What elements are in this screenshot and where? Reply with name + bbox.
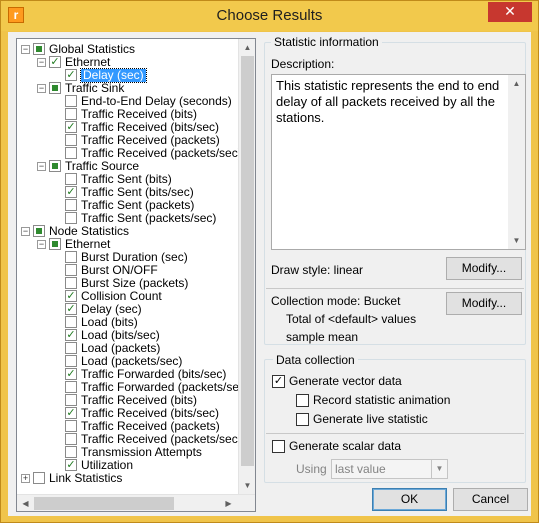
tree-checkbox[interactable]	[49, 238, 61, 250]
collapse-icon[interactable]: −	[37, 240, 46, 249]
collapse-icon[interactable]: −	[37, 162, 46, 171]
tree-checkbox[interactable]	[65, 342, 77, 354]
scroll-up-icon[interactable]: ▲	[239, 39, 256, 56]
record-animation-checkbox[interactable]	[296, 394, 309, 407]
tree-checkbox[interactable]	[65, 173, 77, 185]
description-label: Description:	[271, 57, 335, 71]
ok-button[interactable]: OK	[372, 488, 447, 511]
tree-horizontal-scrollbar[interactable]: ◀ ▶	[17, 494, 255, 511]
tree-checkbox[interactable]	[33, 225, 45, 237]
generate-live-checkbox[interactable]	[296, 413, 309, 426]
description-box[interactable]: This statistic represents the end to end…	[271, 74, 526, 250]
desc-scroll-down-icon[interactable]: ▼	[508, 232, 525, 249]
using-select[interactable]: last value ▼	[331, 459, 448, 479]
tree-checkbox[interactable]	[65, 277, 77, 289]
statistic-information-title: Statistic information	[271, 35, 382, 49]
tree-checkbox[interactable]	[65, 355, 77, 367]
generate-scalar-label: Generate scalar data	[289, 439, 402, 453]
collapse-icon[interactable]: −	[37, 58, 46, 67]
tree-vertical-scrollbar[interactable]: ▲ ▼	[238, 39, 255, 494]
tree-checkbox[interactable]	[65, 381, 77, 393]
tree-checkbox[interactable]: ✓	[65, 407, 77, 419]
tree-checkbox[interactable]	[65, 316, 77, 328]
tree-checkbox[interactable]	[65, 394, 77, 406]
tree-checkbox[interactable]	[65, 446, 77, 458]
tree-checkbox[interactable]: ✓	[65, 69, 77, 81]
tree-checkbox[interactable]	[65, 420, 77, 432]
tree-checkbox[interactable]	[65, 251, 77, 263]
tree-checkbox[interactable]	[65, 433, 77, 445]
collection-mode-modify-button[interactable]: Modify...	[446, 292, 522, 315]
window-title: Choose Results	[216, 7, 323, 24]
tree-row[interactable]: ✓ Delay (sec)	[17, 68, 239, 83]
tree-checkbox[interactable]	[65, 264, 77, 276]
tree-checkbox[interactable]	[65, 212, 77, 224]
close-button[interactable]: ✕	[488, 2, 532, 22]
tree-checkbox[interactable]: ✓	[65, 290, 77, 302]
collection-detail-total: Total of <default> values	[286, 312, 417, 326]
collapse-icon[interactable]: −	[37, 84, 46, 93]
generate-vector-label: Generate vector data	[289, 374, 402, 388]
tree-row-label: Link Statistics	[49, 471, 123, 485]
desc-scroll-up-icon[interactable]: ▲	[508, 75, 525, 92]
generate-vector-checkbox[interactable]: ✓	[272, 375, 285, 388]
record-animation-label: Record statistic animation	[313, 393, 451, 407]
dialog-body: − Global Statistics − ✓ Ethernet ✓ Delay (sec)…	[8, 32, 531, 516]
tree-row[interactable]: − Node Statistics	[17, 225, 239, 238]
tree-checkbox[interactable]	[49, 160, 61, 172]
tree-checkbox[interactable]: ✓	[49, 56, 61, 68]
title-bar[interactable]: r Choose Results ✕	[1, 1, 538, 31]
description-scrollbar[interactable]: ▲ ▼	[508, 75, 525, 249]
choose-results-window: r Choose Results ✕ − Global Statistics − ✓ E…	[0, 0, 539, 523]
data-collection-title: Data collection	[273, 353, 358, 367]
tree-checkbox[interactable]	[33, 43, 45, 55]
close-icon: ✕	[504, 3, 516, 19]
tree-checkbox[interactable]	[65, 108, 77, 120]
tree-checkbox[interactable]	[65, 199, 77, 211]
divider-2	[266, 433, 524, 434]
tree-checkbox[interactable]: ✓	[65, 368, 77, 380]
tree-checkbox[interactable]: ✓	[65, 329, 77, 341]
chevron-down-icon[interactable]: ▼	[431, 460, 447, 478]
horizontal-scroll-thumb[interactable]	[34, 497, 174, 510]
tree-content: − Global Statistics − ✓ Ethernet ✓ Delay (sec)…	[17, 39, 239, 494]
collection-detail-mean: sample mean	[286, 330, 359, 344]
tree-checkbox[interactable]	[65, 134, 77, 146]
tree-row[interactable]: + Link Statistics	[17, 472, 239, 485]
tree-checkbox[interactable]	[65, 95, 77, 107]
tree-checkbox[interactable]: ✓	[65, 121, 77, 133]
tree-checkbox[interactable]: ✓	[65, 303, 77, 315]
using-label: Using	[296, 462, 327, 476]
tree-checkbox[interactable]	[65, 147, 77, 159]
tree-checkbox[interactable]	[33, 472, 45, 484]
using-select-value: last value	[335, 462, 386, 476]
draw-style-modify-button[interactable]: Modify...	[446, 257, 522, 280]
description-text: This statistic represents the end to end…	[276, 78, 500, 125]
tree-checkbox[interactable]: ✓	[65, 186, 77, 198]
collapse-icon[interactable]: −	[21, 227, 30, 236]
scroll-left-icon[interactable]: ◀	[17, 495, 34, 512]
collection-mode-label: Collection mode: Bucket	[271, 294, 401, 308]
generate-live-label: Generate live statistic	[313, 412, 428, 426]
statistics-tree: − Global Statistics − ✓ Ethernet ✓ Delay (sec)…	[16, 38, 256, 512]
tree-row[interactable]: − Global Statistics	[17, 43, 239, 56]
cancel-button[interactable]: Cancel	[453, 488, 528, 511]
expand-icon[interactable]: +	[21, 474, 30, 483]
scroll-right-icon[interactable]: ▶	[220, 495, 237, 512]
draw-style-label: Draw style: linear	[271, 263, 364, 277]
tree-checkbox[interactable]: ✓	[65, 459, 77, 471]
vertical-scroll-thumb[interactable]	[241, 56, 254, 466]
collapse-icon[interactable]: −	[21, 45, 30, 54]
scroll-down-icon[interactable]: ▼	[239, 477, 256, 494]
tree-checkbox[interactable]	[49, 82, 61, 94]
generate-scalar-checkbox[interactable]	[272, 440, 285, 453]
divider	[266, 288, 524, 289]
